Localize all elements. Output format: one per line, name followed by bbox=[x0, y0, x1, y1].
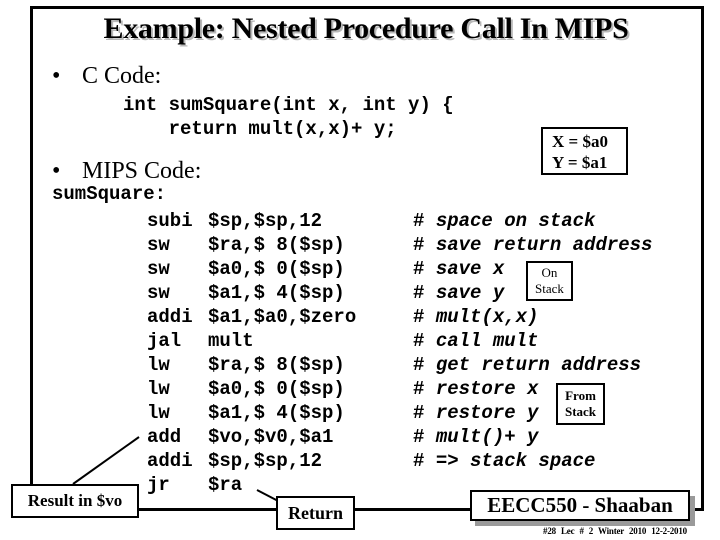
footer-meta: #28 Lec # 2 Winter 2010 12-2-2010 bbox=[543, 526, 687, 536]
result-connector-line bbox=[72, 436, 140, 485]
return-callout: Return bbox=[276, 496, 355, 530]
footer-course-badge: EECC550 - Shaaban bbox=[470, 490, 690, 521]
callout-connectors bbox=[72, 436, 283, 504]
result-callout: Result in $vo bbox=[11, 484, 139, 518]
